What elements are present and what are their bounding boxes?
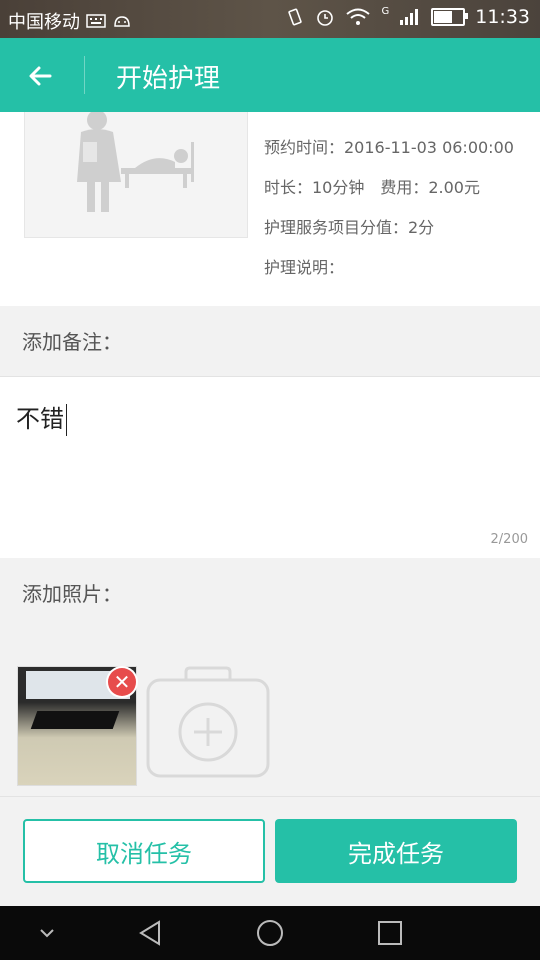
alarm-icon [317,10,334,26]
remove-icon: ✕ [113,670,131,694]
battery-icon [431,8,469,26]
system-nav-bar [0,906,540,960]
remove-photo-button[interactable]: ✕ [108,668,136,696]
remarks-section: 添加备注： [0,306,540,376]
add-photo-button[interactable] [146,662,270,778]
cancel-task-button[interactable]: 取消任务 [23,819,265,883]
char-counter: 2/200 [490,532,528,547]
back-button[interactable] [20,56,60,96]
remarks-value: 不错 [16,405,64,433]
photos-label: 添加照片： [22,582,122,606]
battery-fill [434,11,453,23]
photos-section: 添加照片： [0,558,540,628]
duration-fee: 时长：10分钟 费用：2.00元 [264,178,480,197]
header-divider [84,56,85,94]
camera-add-icon [146,666,270,778]
nav-recents-icon[interactable] [375,918,405,948]
vibrate-icon [288,8,303,26]
network-tag: G [381,5,390,17]
status-bar: 中国移动 G 11:33 [0,0,540,38]
signal-icon [400,9,419,25]
page-title: 开始护理 [116,64,221,94]
status-right: G 11:33 [285,6,530,28]
remarks-label: 添加备注： [22,330,122,354]
service-details: 预约时间：2016-11-03 06:00:00 时长：10分钟 费用：2.00… [264,134,514,294]
back-arrow-icon [29,66,52,86]
nav-back-icon[interactable] [135,918,165,948]
remarks-input[interactable]: 不错 2/200 [0,376,540,560]
service-info-card: 预约时间：2016-11-03 06:00:00 时长：10分钟 费用：2.00… [0,110,540,306]
nurse-patient-illustration [77,110,194,212]
carrier-name: 中国移动 [8,12,80,33]
action-bar: 取消任务 完成任务 [0,796,540,907]
clock: 11:33 [475,6,530,28]
wifi-icon [346,8,371,25]
text-caret [66,404,67,436]
keyboard-icon [86,14,106,28]
status-left: 中国移动 [8,8,132,34]
complete-task-button[interactable]: 完成任务 [275,819,517,883]
service-points: 护理服务项目分值：2分 [264,218,435,237]
service-description: 护理说明： [264,258,345,277]
appointment-time: 预约时间：2016-11-03 06:00:00 [264,138,514,157]
nav-down-icon[interactable] [32,918,62,948]
photo-list [0,648,540,792]
remarks-text: 不错 [16,399,67,436]
app-header: 开始护理 [0,38,540,112]
service-image [24,110,248,238]
photo-keyboard [30,711,120,729]
android-debug-icon [114,16,130,27]
nav-home-icon[interactable] [255,918,285,948]
